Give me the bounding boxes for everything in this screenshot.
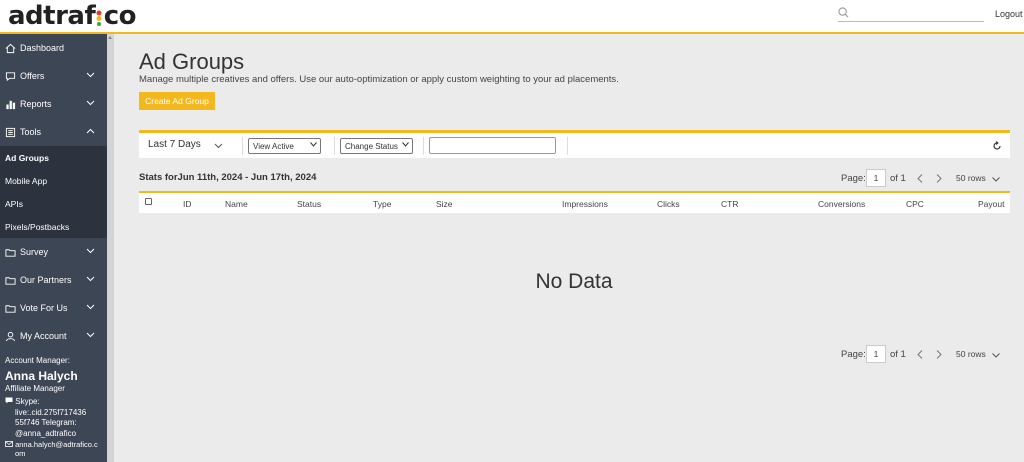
- sidebar-item-mobile-app[interactable]: Mobile App: [0, 169, 107, 192]
- page-subtitle: Manage multiple creatives and offers. Us…: [139, 74, 619, 85]
- sidebar-item-our-partners[interactable]: Our Partners: [0, 266, 107, 294]
- column-header-ctr[interactable]: CTR: [721, 199, 738, 209]
- chevron-down-icon: [86, 100, 95, 106]
- logo-dots-icon: [96, 10, 102, 26]
- column-header-impressions[interactable]: Impressions: [562, 199, 608, 209]
- skype-label: Skype:: [15, 397, 40, 406]
- column-header-payout[interactable]: Payout: [978, 199, 1004, 209]
- page-title: Ad Groups: [139, 49, 245, 74]
- refresh-icon[interactable]: [992, 141, 1002, 151]
- chevron-left-icon[interactable]: [917, 350, 923, 359]
- folder-icon: [5, 248, 16, 257]
- chevron-right-icon[interactable]: [936, 350, 942, 359]
- sidebar-scrollbar[interactable]: [107, 34, 114, 462]
- chevron-down-icon: [86, 276, 95, 282]
- column-header-size[interactable]: Size: [436, 199, 453, 209]
- column-header-cpc[interactable]: CPC: [906, 199, 924, 209]
- rows-per-page-select[interactable]: 50 rows: [956, 349, 986, 359]
- chevron-down-icon[interactable]: [214, 143, 223, 149]
- date-range-select[interactable]: Last 7 Days: [148, 139, 201, 150]
- stats-date-range: Stats forJun 11th, 2024 - Jun 17th, 2024: [139, 172, 317, 183]
- folder-icon: [5, 276, 16, 285]
- pagination-bottom: Page: 1 of 1 50 rows: [841, 345, 1006, 363]
- folder-icon: [5, 304, 16, 313]
- sidebar-item-apis[interactable]: APIs: [0, 192, 107, 215]
- chevron-down-icon: [86, 72, 95, 78]
- select-all-checkbox[interactable]: [145, 198, 152, 205]
- tools-submenu: Ad Groups Mobile App APIs Pixels/Postbac…: [0, 146, 107, 238]
- chevron-down-icon: [86, 248, 95, 254]
- skype-icon: [5, 397, 13, 404]
- account-manager-panel: Account Manager: Anna Halych Affiliate M…: [0, 350, 107, 458]
- filter-bar: Last 7 Days View Active Change Status: [139, 130, 1010, 158]
- skype-id[interactable]: live:.cid.275f717436: [5, 408, 102, 419]
- tools-icon: [5, 127, 16, 137]
- chevron-down-icon: [310, 142, 317, 147]
- create-ad-group-button[interactable]: Create Ad Group: [139, 92, 215, 110]
- skype-id-continued: 55f746 Telegram:: [15, 418, 77, 427]
- chevron-down-icon[interactable]: [992, 177, 1000, 182]
- chat-icon: [5, 71, 16, 81]
- chevron-down-icon: [402, 142, 409, 147]
- sidebar-item-vote-for-us[interactable]: Vote For Us: [0, 294, 107, 322]
- chevron-right-icon[interactable]: [936, 174, 942, 183]
- mail-icon: [5, 441, 13, 447]
- column-header-type[interactable]: Type: [373, 199, 391, 209]
- page-number-input[interactable]: 1: [866, 345, 886, 363]
- logout-link[interactable]: Logout: [995, 9, 1023, 19]
- rows-per-page-select[interactable]: 50 rows: [956, 173, 986, 183]
- logo[interactable]: adtrafico: [8, 1, 136, 31]
- home-icon: [5, 43, 16, 53]
- email-link[interactable]: anna.halych@adtrafico.c: [15, 440, 98, 449]
- empty-state-message: No Data: [535, 270, 613, 293]
- sidebar-item-reports[interactable]: Reports: [0, 90, 107, 118]
- sidebar-item-offers[interactable]: Offers: [0, 62, 107, 90]
- column-header-id[interactable]: ID: [183, 199, 192, 209]
- chevron-down-icon: [86, 332, 95, 338]
- page-number-input[interactable]: 1: [866, 169, 886, 187]
- sidebar-item-dashboard[interactable]: Dashboard: [0, 34, 107, 62]
- account-manager-role: Affiliate Manager: [5, 383, 65, 393]
- sidebar-item-survey[interactable]: Survey: [0, 238, 107, 266]
- change-status-select[interactable]: Change Status: [340, 138, 413, 154]
- search-icon: [838, 7, 849, 18]
- sidebar: Dashboard Offers Reports Tools Ad Groups…: [0, 34, 107, 462]
- account-manager-heading: Account Manager:: [5, 356, 70, 365]
- chevron-left-icon[interactable]: [917, 174, 923, 183]
- column-header-conversions[interactable]: Conversions: [818, 199, 865, 209]
- column-header-clicks[interactable]: Clicks: [657, 199, 680, 209]
- scroll-up-arrow-icon[interactable]: [108, 36, 112, 39]
- column-header-status[interactable]: Status: [297, 199, 321, 209]
- pagination-top: Page: 1 of 1 50 rows: [841, 169, 1006, 187]
- main-content: Ad Groups Manage multiple creatives and …: [114, 34, 1024, 462]
- chevron-down-icon[interactable]: [992, 353, 1000, 358]
- search-input[interactable]: [838, 6, 984, 22]
- table-header: ID Name Status Type Size Impressions Cli…: [139, 191, 1010, 213]
- chevron-up-icon: [86, 128, 95, 134]
- sidebar-item-pixels-postbacks[interactable]: Pixels/Postbacks: [0, 215, 107, 238]
- chevron-down-icon: [86, 304, 95, 310]
- sidebar-item-my-account[interactable]: My Account: [0, 322, 107, 350]
- filter-text-input[interactable]: [429, 137, 556, 154]
- sidebar-item-tools[interactable]: Tools: [0, 118, 107, 146]
- account-manager-name: Anna Halych: [5, 368, 78, 383]
- telegram-handle[interactable]: @anna_adtrafico: [5, 429, 102, 440]
- email-link-continued: om: [15, 449, 26, 458]
- bar-chart-icon: [6, 100, 16, 109]
- view-active-select[interactable]: View Active: [248, 138, 321, 154]
- column-header-name[interactable]: Name: [225, 199, 248, 209]
- sidebar-item-ad-groups[interactable]: Ad Groups: [0, 146, 107, 169]
- top-bar: adtrafico Logout: [0, 0, 1024, 34]
- user-icon: [5, 331, 16, 341]
